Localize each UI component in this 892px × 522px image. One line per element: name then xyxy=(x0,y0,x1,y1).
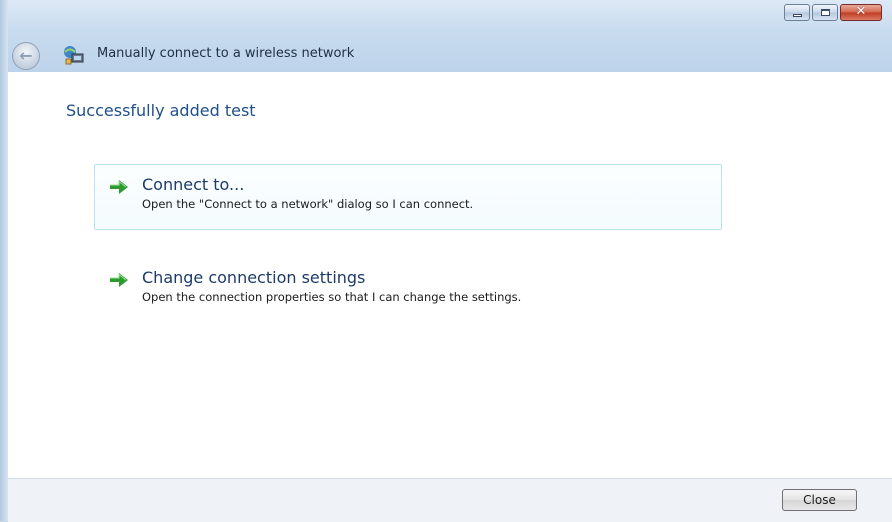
footer-bar: Close xyxy=(8,478,892,522)
change-connection-settings-command[interactable]: Change connection settings Open the conn… xyxy=(94,257,722,317)
back-arrow-icon: ← xyxy=(19,46,33,65)
page-heading: Successfully added test xyxy=(66,101,256,120)
command-label: Change connection settings xyxy=(142,268,366,287)
window-title: Manually connect to a wireless network xyxy=(97,46,355,61)
back-button[interactable]: ← xyxy=(12,42,40,70)
close-button[interactable]: Close xyxy=(782,489,857,511)
minimize-button[interactable] xyxy=(784,4,810,21)
command-description: Open the "Connect to a network" dialog s… xyxy=(142,197,474,211)
minimize-icon xyxy=(793,14,802,17)
window-left-border xyxy=(0,0,8,521)
green-arrow-icon xyxy=(110,180,128,194)
connect-to-command[interactable]: Connect to... Open the "Connect to a net… xyxy=(94,164,722,230)
green-arrow-icon xyxy=(110,273,128,287)
wireless-network-icon xyxy=(64,46,84,65)
maximize-button[interactable] xyxy=(812,4,838,21)
maximize-icon xyxy=(821,9,830,16)
command-description: Open the connection properties so that I… xyxy=(142,290,522,304)
command-label: Connect to... xyxy=(142,175,245,194)
close-icon: ✕ xyxy=(855,4,867,19)
caption-buttons: ✕ xyxy=(784,4,882,21)
content-panel: Successfully added test Connect to... Op… xyxy=(8,72,892,478)
window-close-button[interactable]: ✕ xyxy=(840,4,882,21)
dialog-window: ✕ ← Manually connect to a wireless netwo… xyxy=(0,0,892,522)
